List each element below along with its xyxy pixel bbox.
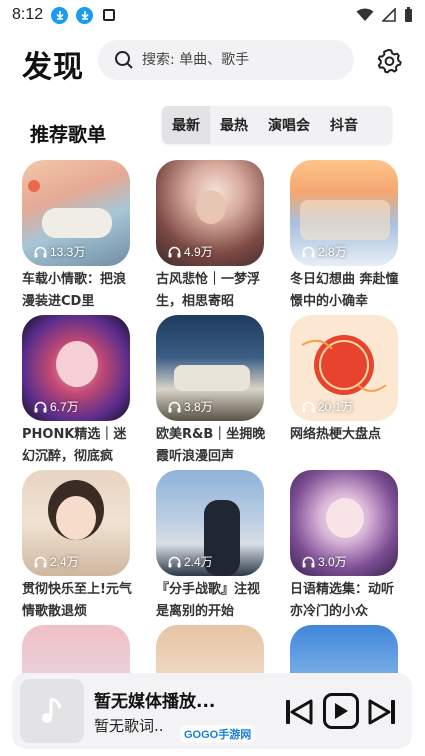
tab-hottest[interactable]: 最热 xyxy=(210,106,258,144)
playlist-title: 欧美R&B｜坐拥晚霞听浪漫回声 xyxy=(156,427,266,464)
next-button[interactable] xyxy=(367,697,397,727)
playlist-card[interactable]: 2.8万 冬日幻想曲 奔赴憧憬中的小确幸 xyxy=(290,160,400,315)
tab-latest[interactable]: 最新 xyxy=(162,106,210,144)
music-note-icon xyxy=(42,697,62,723)
playlist-cover: 4.9万 xyxy=(156,160,264,266)
headphones-icon xyxy=(34,401,47,412)
search-bar[interactable] xyxy=(98,40,354,80)
status-bar: 8:12 xyxy=(0,0,425,30)
tab-concert[interactable]: 演唱会 xyxy=(258,106,320,144)
headphones-icon xyxy=(168,246,181,257)
headphones-icon xyxy=(302,246,315,257)
previous-button[interactable] xyxy=(284,697,314,727)
headphones-icon xyxy=(34,246,47,257)
album-art-placeholder xyxy=(20,679,84,743)
wifi-icon xyxy=(356,8,374,21)
headphones-icon xyxy=(34,556,47,567)
now-playing-lyric: 暂无歌词.. xyxy=(94,717,164,735)
play-button[interactable] xyxy=(323,693,359,729)
playlist-card[interactable]: 3.8万 欧美R&B｜坐拥晚霞听浪漫回声 xyxy=(156,315,266,470)
playlist-title: PHONK精选｜迷幻沉醉，彻底疯 xyxy=(22,427,127,464)
playlist-card[interactable]: 20.1万 网络热梗大盘点 xyxy=(290,315,400,470)
playlist-card[interactable]: 2.4万 『分手战歌』注视是离别的开始 xyxy=(156,470,266,625)
gear-icon xyxy=(377,48,402,74)
play-count: 20.1万 xyxy=(302,398,353,415)
now-playing-title: 暂无媒体播放... xyxy=(94,692,216,712)
playlist-title: 冬日幻想曲 奔赴憧憬中的小确幸 xyxy=(290,272,399,309)
play-icon xyxy=(335,703,348,719)
play-count: 6.7万 xyxy=(34,398,79,415)
playlist-title: 日语精选集：动听亦冷门的小众 xyxy=(290,582,395,619)
playlist-title: 网络热梗大盘点 xyxy=(290,427,382,442)
play-count: 3.0万 xyxy=(302,553,347,570)
playlist-card[interactable]: 4.9万 古风悲怆｜一梦浮生，相思寄昭 xyxy=(156,160,266,315)
settings-button[interactable] xyxy=(374,46,404,76)
playlist-card[interactable]: 6.7万 PHONK精选｜迷幻沉醉，彻底疯 xyxy=(22,315,132,470)
tab-douyin[interactable]: 抖音 xyxy=(320,106,368,144)
skip-previous-icon xyxy=(286,699,313,725)
category-tabs: 最新 最热 演唱会 抖音 xyxy=(162,106,392,144)
play-count: 2.4万 xyxy=(168,553,213,570)
playlist-title: 贯彻快乐至上!元气情歌散退烦 xyxy=(22,582,132,619)
section-title: 推荐歌单 xyxy=(30,124,107,146)
headphones-icon xyxy=(302,401,315,412)
playlist-cover: 13.3万 xyxy=(22,160,130,266)
skip-next-icon xyxy=(368,699,395,725)
status-time: 8:12 xyxy=(12,6,44,23)
download-notification-icon xyxy=(51,6,69,24)
search-icon xyxy=(115,51,133,69)
playlist-title: 『分手战歌』注视是离别的开始 xyxy=(156,582,261,619)
playlist-title: 古风悲怆｜一梦浮生，相思寄昭 xyxy=(156,272,261,309)
play-count: 2.4万 xyxy=(34,553,79,570)
playlist-card[interactable]: 3.0万 日语精选集：动听亦冷门的小众 xyxy=(290,470,400,625)
battery-icon xyxy=(405,7,412,22)
page-title: 发现 xyxy=(22,50,84,85)
play-count: 2.8万 xyxy=(302,243,347,260)
header: 发现 xyxy=(0,38,425,85)
playlist-grid: 13.3万 车载小情歌：把浪漫装进CD里 4.9万 古风悲怆｜一梦浮生，相思寄昭… xyxy=(22,160,412,756)
playlist-cover: 3.8万 xyxy=(156,315,264,421)
headphones-icon xyxy=(168,401,181,412)
playlist-cover: 3.0万 xyxy=(290,470,398,576)
play-count: 4.9万 xyxy=(168,243,213,260)
playlist-cover: 2.8万 xyxy=(290,160,398,266)
playlist-card[interactable]: 13.3万 车载小情歌：把浪漫装进CD里 xyxy=(22,160,132,315)
mini-player[interactable]: 暂无媒体播放... 暂无歌词.. GOGO手游网 xyxy=(12,673,412,749)
cellular-signal-icon xyxy=(382,8,396,22)
playlist-title: 车载小情歌：把浪漫装进CD里 xyxy=(22,272,127,309)
play-count: 3.8万 xyxy=(168,398,213,415)
search-input[interactable] xyxy=(142,52,342,68)
playlist-card[interactable]: 2.4万 贯彻快乐至上!元气情歌散退烦 xyxy=(22,470,132,625)
play-count: 13.3万 xyxy=(34,243,85,260)
navigation-bar xyxy=(0,752,425,756)
playlist-cover: 20.1万 xyxy=(290,315,398,421)
playlist-cover: 2.4万 xyxy=(156,470,264,576)
playlist-cover: 2.4万 xyxy=(22,470,130,576)
headphones-icon xyxy=(168,556,181,567)
download-notification-icon xyxy=(76,6,94,24)
watermark-logo: GOGO手游网 xyxy=(180,725,256,743)
screenshot-notification-icon xyxy=(103,9,116,21)
playlist-cover: 6.7万 xyxy=(22,315,130,421)
headphones-icon xyxy=(302,556,315,567)
